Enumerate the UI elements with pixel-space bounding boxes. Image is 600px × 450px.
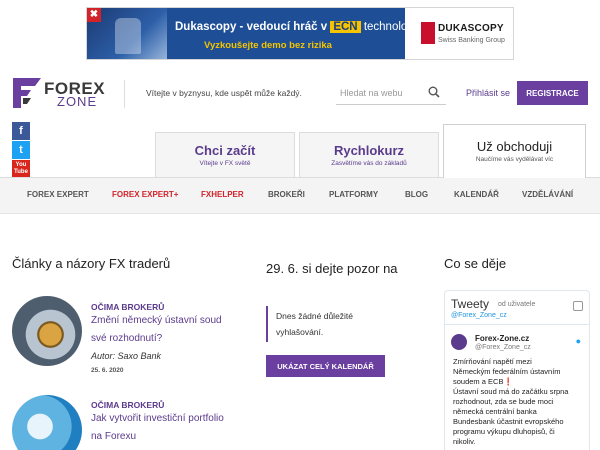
- no-events-line: vyhlašování.: [276, 327, 324, 337]
- search-icon[interactable]: [428, 86, 440, 98]
- twitter-widget-title: Tweety: [451, 297, 490, 311]
- ad-close-icon[interactable]: ✖: [87, 8, 101, 22]
- article-author: Autor: Saxo Bank: [91, 351, 162, 361]
- tweet-line: soudem a ECB❗: [453, 377, 585, 387]
- tweet-line: německá centrální banka: [453, 407, 537, 416]
- tab-title: Už obchoduji: [476, 139, 553, 154]
- tweet-author-handle[interactable]: @Forex_Zone_cz: [475, 344, 531, 351]
- nav-fxhelper[interactable]: FXHELPER: [201, 190, 244, 199]
- twitter-widget[interactable]: Tweety od uživatele @Forex_Zone_cz Forex…: [444, 290, 590, 450]
- register-button[interactable]: REGISTRACE: [517, 81, 588, 105]
- site-logo[interactable]: FOREX ZONE: [13, 78, 109, 110]
- article-title[interactable]: Změní německý ústavní soud své rozhodnut…: [91, 312, 251, 348]
- youtube-icon[interactable]: You Tube: [12, 160, 30, 178]
- login-link[interactable]: Přihlásit se: [466, 88, 510, 98]
- site-tagline: Vítejte v byznysu, kde uspět může každý.: [146, 88, 302, 98]
- article-title-line: Změní německý ústavní soud: [91, 315, 222, 326]
- nav-brokeri[interactable]: BROKEŘI: [268, 190, 305, 199]
- calendar-heading: 29. 6. si dejte pozor na: [266, 261, 398, 276]
- tweet-line: Německým federálním ústavním: [453, 367, 561, 376]
- tab-rychlokurz[interactable]: Rychlokurz Zasvětíme vás do základů: [299, 132, 439, 177]
- no-events-line: Dnes žádné důležité: [276, 311, 354, 321]
- tab-title: Rychlokurz: [333, 143, 405, 158]
- calendar-no-events: Dnes žádné důležité vyhlašování.: [266, 306, 396, 342]
- article-thumbnail[interactable]: [12, 296, 82, 366]
- twitter-divider: [445, 324, 589, 325]
- ad-logo-name: DUKASCOPY: [438, 23, 504, 34]
- tweet-line: Zmírňování napětí mezi: [453, 357, 532, 366]
- twitter-widget-handle[interactable]: @Forex_Zone_cz: [451, 312, 507, 319]
- ad-banner[interactable]: ✖ Dukascopy - vedoucí hráč v ECN technol…: [86, 7, 514, 60]
- show-calendar-button[interactable]: UKÁZAT CELÝ KALENDÁŘ: [266, 355, 385, 377]
- facebook-icon[interactable]: f: [12, 122, 30, 140]
- article-date: 25. 6. 2020: [91, 367, 124, 374]
- logo-zone-text: ZONE: [57, 94, 98, 109]
- nav-forex-expert-plus[interactable]: FOREX EXPERT+: [112, 190, 178, 199]
- articles-heading: Články a názory FX traderů: [12, 256, 171, 271]
- header-divider: [124, 80, 125, 108]
- tab-subtitle: Vítejte v FX světě: [199, 160, 251, 167]
- tab-subtitle: Zasvětíme vás do základů: [331, 160, 407, 167]
- share-icon[interactable]: [573, 301, 583, 311]
- ad-logo-sub: Swiss Banking Group: [438, 37, 505, 44]
- tab-uz-obchoduji[interactable]: Už obchoduji Naučíme vás vydělávat víc: [443, 124, 586, 178]
- tweet-line: programu výkupu dluhopisů, či: [453, 427, 555, 436]
- tab-subtitle: Naučíme vás vydělávat víc: [475, 156, 554, 163]
- twitter-widget-by: od uživatele: [498, 301, 536, 308]
- ad-headline: Dukascopy - vedoucí hráč v ECN technolog…: [175, 21, 419, 33]
- nav-kalendar[interactable]: KALENDÁŘ: [454, 190, 499, 199]
- exclamation-icon: ❗: [503, 377, 513, 386]
- tweet-line: nikoliv.: [453, 437, 476, 446]
- article-thumbnail[interactable]: [12, 395, 82, 450]
- avatar[interactable]: [451, 334, 467, 350]
- article-title-line: své rozhodnutí?: [91, 333, 163, 344]
- nav-vzdelavani[interactable]: VZDĚLÁVÁNÍ: [522, 190, 573, 199]
- article-title-line: Jak vytvořit investiční portfolio: [91, 413, 224, 424]
- article-title[interactable]: Jak vytvořit investiční portfolio na For…: [91, 410, 261, 446]
- tweet-line: Ústavní soud má do začátku srpna: [453, 387, 569, 396]
- nav-forex-expert[interactable]: FOREX EXPERT: [27, 190, 89, 199]
- ad-ecn-badge: ECN: [330, 21, 361, 33]
- tweet-author-name[interactable]: Forex-Zone.cz: [475, 334, 529, 343]
- tweet-line: Bundesbank účastnit evropského: [453, 417, 564, 426]
- ad-flag-icon: [421, 22, 435, 44]
- article-category[interactable]: OČIMA BROKERŮ: [91, 400, 164, 410]
- nav-blog[interactable]: BLOG: [405, 190, 428, 199]
- ad-brand-text: Dukascopy - vedoucí hráč v: [175, 21, 328, 33]
- tweet-text: Zmírňování napětí mezi Německým federáln…: [453, 357, 585, 447]
- twitter-bird-icon: ●: [575, 336, 581, 346]
- tweet-line: rozhodnout, zda se bude moci: [453, 397, 554, 406]
- news-heading: Co se děje: [444, 256, 507, 271]
- logo-mark-icon: [13, 78, 41, 108]
- tab-chci-zacit[interactable]: Chci začít Vítejte v FX světě: [155, 132, 295, 177]
- tab-title: Chci začít: [194, 143, 256, 158]
- article-category[interactable]: OČIMA BROKERŮ: [91, 302, 164, 312]
- ad-cta: Vyzkoušejte demo bez rizika: [204, 40, 332, 51]
- twitter-icon[interactable]: t: [12, 141, 30, 159]
- tweet-line-text: soudem a ECB: [453, 377, 504, 386]
- ad-background: [167, 8, 405, 59]
- nav-platformy[interactable]: PLATFORMY: [329, 190, 378, 199]
- article-title-line: na Forexu: [91, 431, 137, 442]
